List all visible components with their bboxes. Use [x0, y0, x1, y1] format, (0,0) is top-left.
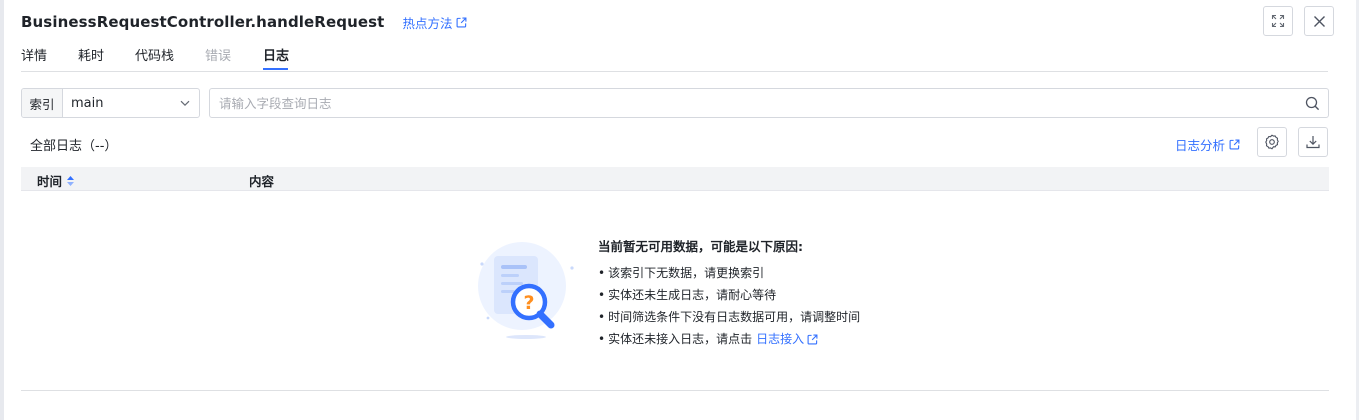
tab-logs[interactable]: 日志	[263, 45, 289, 64]
close-button[interactable]	[1304, 6, 1334, 36]
hot-method-link-label: 热点方法	[402, 15, 453, 31]
time-column-header[interactable]: 时间	[37, 171, 75, 190]
content-column-header: 内容	[249, 174, 275, 189]
settings-button[interactable]	[1257, 127, 1287, 157]
tab-bar: 详情 耗时 代码栈 错误 日志	[21, 42, 1328, 72]
empty-state-illustration: ?	[474, 240, 578, 348]
index-value: main	[71, 95, 104, 111]
active-tab-indicator	[263, 68, 288, 70]
page-title: BusinessRequestController.handleRequest	[21, 13, 385, 31]
left-panel-edge	[0, 0, 4, 420]
tab-code-stack[interactable]: 代码栈	[135, 45, 174, 64]
gear-icon	[1265, 134, 1279, 150]
reason-item: • 该索引下无数据，请更换索引	[598, 262, 860, 284]
download-icon	[1306, 136, 1320, 149]
log-analysis-label: 日志分析	[1175, 138, 1226, 153]
index-select[interactable]: 索引 main	[21, 88, 200, 118]
log-analysis-link[interactable]: 日志分析	[1175, 135, 1240, 154]
svg-text:?: ?	[523, 292, 534, 314]
index-label: 索引	[22, 89, 63, 117]
external-link-icon	[807, 334, 818, 344]
empty-state-title: 当前暂无可用数据，可能是以下原因:	[598, 239, 803, 254]
empty-state-message: 当前暂无可用数据，可能是以下原因: • 该索引下无数据，请更换索引 • 实体还未…	[598, 236, 860, 350]
log-count: 全部日志（--）	[30, 139, 118, 154]
log-access-link[interactable]: 日志接入	[756, 328, 818, 350]
log-access-label: 日志接入	[756, 332, 805, 346]
tab-errors: 错误	[205, 49, 232, 64]
chevron-down-icon	[171, 89, 199, 117]
log-search-box	[209, 88, 1329, 118]
hot-method-link[interactable]: 热点方法	[402, 13, 467, 32]
expand-icon	[1271, 14, 1285, 28]
reason-text: 该索引下无数据，请更换索引	[608, 266, 765, 280]
external-link-icon	[457, 17, 467, 27]
panel-header: BusinessRequestController.handleRequest …	[21, 10, 1335, 34]
table-bottom-divider	[21, 390, 1329, 391]
tab-duration[interactable]: 耗时	[78, 45, 104, 64]
reason-text: 实体还未接入日志，请点击	[608, 332, 753, 346]
reason-item: • 时间筛选条件下没有日志数据可用，请调整时间	[598, 306, 860, 328]
time-column-label: 时间	[37, 174, 63, 189]
close-icon	[1313, 15, 1325, 27]
reason-item: • 实体还未生成日志，请耐心等待	[598, 284, 860, 306]
reason-text: 实体还未生成日志，请耐心等待	[608, 288, 777, 302]
log-search-input[interactable]	[210, 88, 1296, 118]
search-icon[interactable]	[1296, 96, 1328, 111]
external-link-icon	[1229, 139, 1240, 150]
download-button[interactable]	[1298, 127, 1328, 157]
reason-text: 时间筛选条件下没有日志数据可用，请调整时间	[608, 310, 861, 324]
fullscreen-button[interactable]	[1263, 6, 1293, 36]
tab-details[interactable]: 详情	[21, 45, 47, 64]
sort-icon	[67, 175, 75, 186]
log-table-header: 时间 内容	[21, 167, 1329, 191]
reason-item: • 实体还未接入日志，请点击 日志接入	[598, 328, 860, 350]
